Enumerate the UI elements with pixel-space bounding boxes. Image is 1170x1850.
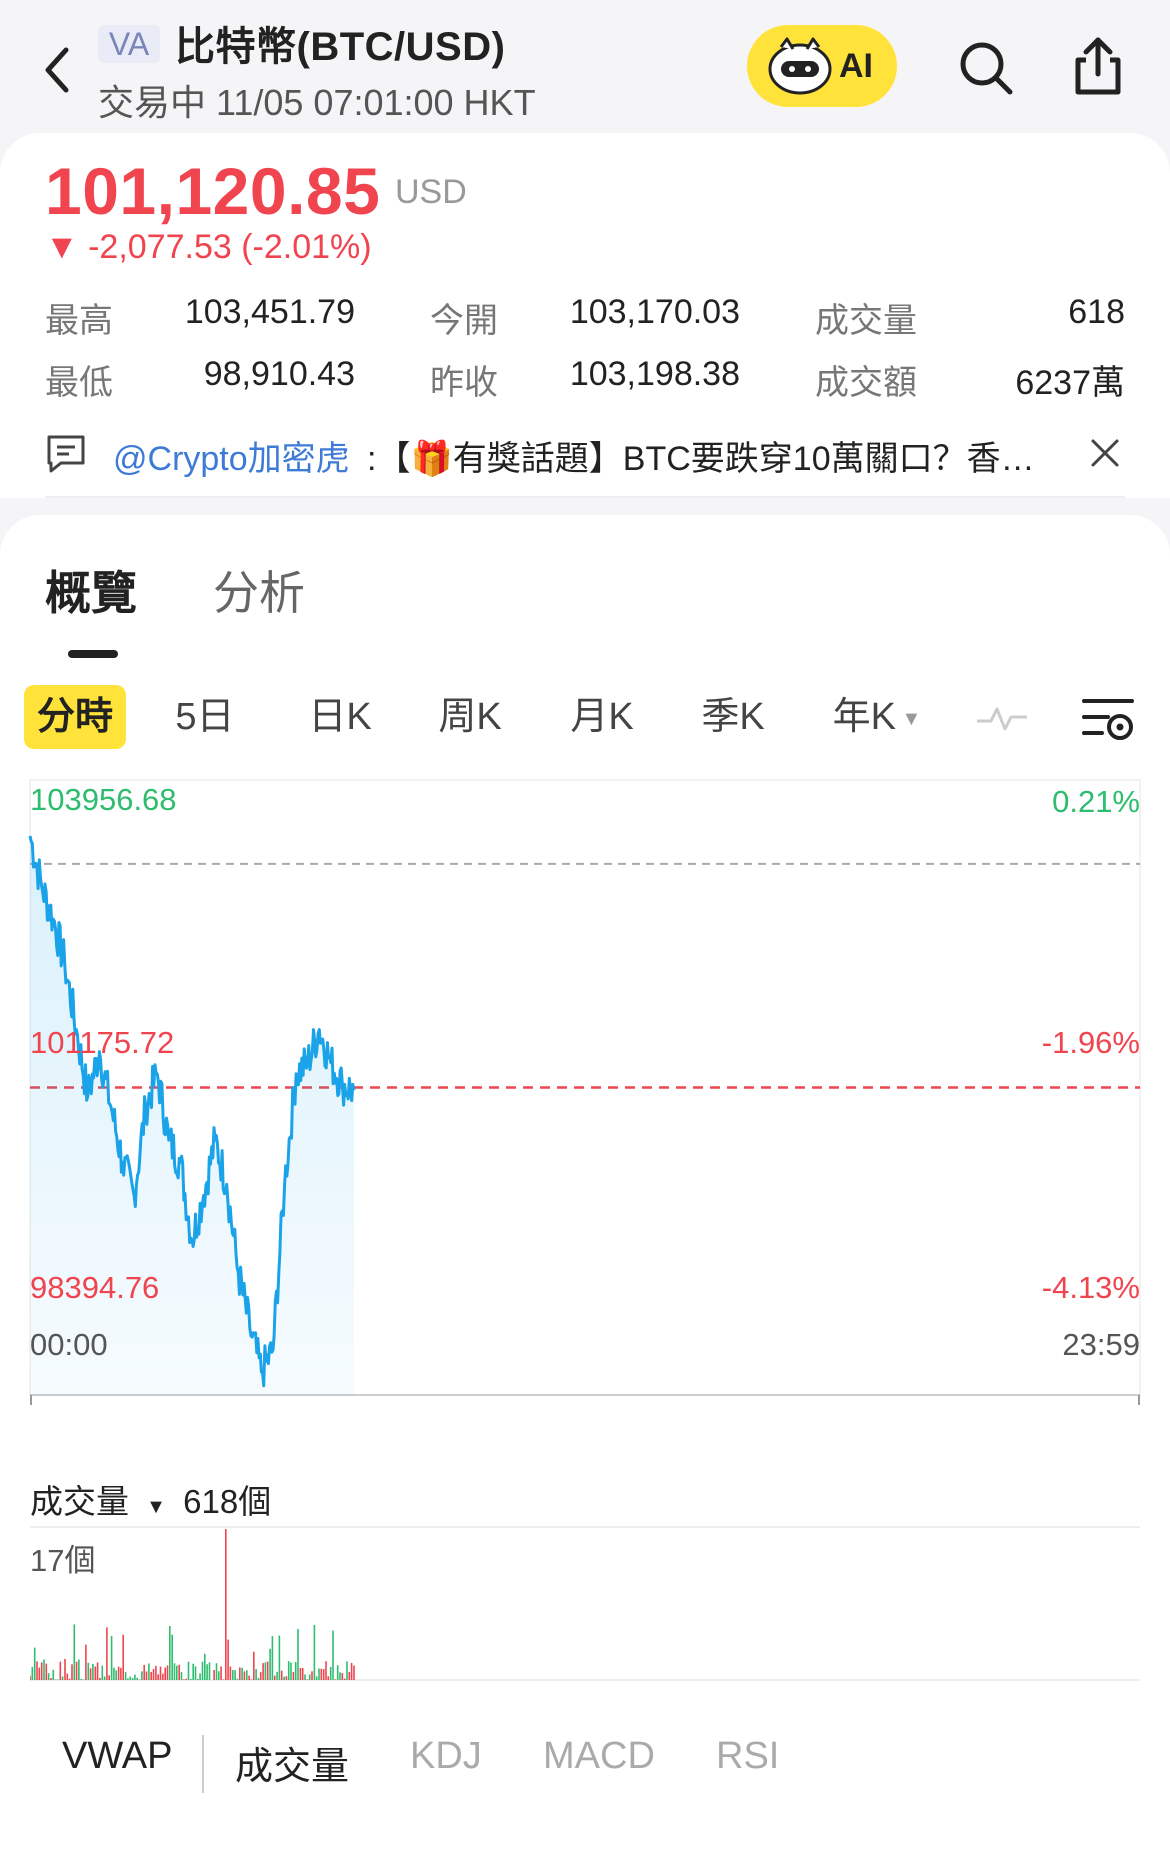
period-yearly-k: 年K	[832, 696, 896, 738]
indicator-kdj[interactable]: KDJ	[410, 1735, 482, 1778]
period-weekly-k[interactable]: 周K	[420, 685, 520, 749]
axis-ref-price: 101175.72	[30, 1025, 175, 1060]
back-chevron-icon[interactable]	[38, 40, 78, 100]
indicator-volume[interactable]: 成交量	[235, 1735, 349, 1790]
stat-value-turnover: 6237萬	[1015, 364, 1125, 402]
news-headline[interactable]: :【🎁有獎話題】BTC要跌穿10萬關口？香…	[367, 431, 1097, 480]
intraday-chart[interactable]: 103956.68 0.21% 101175.72 -1.96% 98394.7…	[28, 779, 1141, 1480]
stat-value-low: 98,910.43	[203, 355, 355, 393]
stat-value-high: 103,451.79	[184, 293, 355, 331]
stat-label-turnover: 成交額	[815, 364, 917, 402]
axis-start-time: 00:00	[30, 1327, 108, 1362]
currency-label: USD	[395, 173, 467, 211]
period-monthly-k[interactable]: 月K	[552, 685, 652, 749]
tab-analysis[interactable]: 分析	[213, 557, 305, 623]
stat-value-open: 103,170.03	[569, 293, 740, 331]
last-price: 101,120.85	[45, 154, 381, 228]
volume-chart-svg	[30, 1526, 1140, 1681]
news-ticker[interactable]: @Crypto加密虎 :【🎁有獎話題】BTC要跌穿10萬關口？香…	[45, 425, 1125, 485]
axis-low-price: 98394.76	[30, 1270, 160, 1305]
close-icon[interactable]	[1085, 433, 1125, 473]
period-yearly-k-dropdown[interactable]: 年K ▼	[818, 685, 936, 749]
price-area-fill	[30, 836, 354, 1395]
divider	[45, 496, 1125, 498]
quote-card: 101,120.85 USD ▼ -2,077.53 (-2.01%) 最高 1…	[0, 133, 1170, 498]
market-status: 交易中 11/05 07:01:00 HKT	[98, 82, 536, 123]
axis-end-time: 23:59	[1062, 1327, 1140, 1362]
axis-ref-pct: -1.96%	[1041, 1025, 1140, 1060]
volume-axis-max: 17個	[30, 1543, 96, 1578]
price-chart-svg	[28, 779, 1141, 1405]
dropdown-arrow-icon: ▼	[896, 707, 922, 730]
tab-overview[interactable]: 概覽	[45, 557, 137, 623]
indicator-bar: VWAP 成交量 KDJ MACD RSI	[0, 1715, 1170, 1805]
price-change: ▼ -2,077.53 (-2.01%)	[45, 228, 372, 266]
stat-label-prev-close: 昨收	[430, 364, 498, 402]
search-icon[interactable]	[958, 40, 1014, 96]
axis-low-pct: -4.13%	[1041, 1270, 1140, 1305]
period-daily-k[interactable]: 日K	[290, 685, 390, 749]
stat-value-volume: 618	[1068, 293, 1125, 331]
period-quarterly-k[interactable]: 季K	[683, 685, 783, 749]
comment-icon	[47, 435, 85, 473]
ai-mascot-icon	[768, 37, 832, 95]
axis-high-pct: 0.21%	[1052, 784, 1140, 819]
page-title: 比特幣(BTC/USD)	[175, 25, 506, 69]
period-5day[interactable]: 5日	[160, 685, 250, 749]
news-author-link[interactable]: @Crypto加密虎	[113, 431, 350, 480]
stat-label-open: 今開	[430, 302, 498, 340]
pulse-line-icon[interactable]	[975, 697, 1029, 737]
axis-high-price: 103956.68	[30, 782, 177, 817]
chart-settings-icon[interactable]	[1082, 695, 1134, 743]
stat-label-high: 最高	[45, 302, 113, 340]
stat-label-volume: 成交量	[815, 302, 917, 340]
ai-label: AI	[839, 47, 873, 85]
stat-value-prev-close: 103,198.38	[569, 355, 740, 393]
stat-label-low: 最低	[45, 364, 113, 402]
indicator-separator	[202, 1735, 204, 1793]
indicator-rsi[interactable]: RSI	[716, 1735, 779, 1778]
top-bar: VA 比特幣(BTC/USD) 交易中 11/05 07:01:00 HKT A…	[0, 0, 1170, 135]
indicator-vwap[interactable]: VWAP	[62, 1735, 173, 1778]
share-icon[interactable]	[1070, 36, 1126, 96]
indicator-macd[interactable]: MACD	[543, 1735, 655, 1778]
period-intraday[interactable]: 分時	[24, 685, 126, 749]
ai-assistant-button[interactable]: AI	[747, 25, 897, 107]
active-tab-indicator	[68, 650, 118, 658]
asset-type-badge: VA	[98, 25, 160, 63]
chart-card: 概覽 分析 分時 5日 日K 周K 月K 季K 年K ▼ 103956.68 0…	[0, 515, 1170, 1850]
